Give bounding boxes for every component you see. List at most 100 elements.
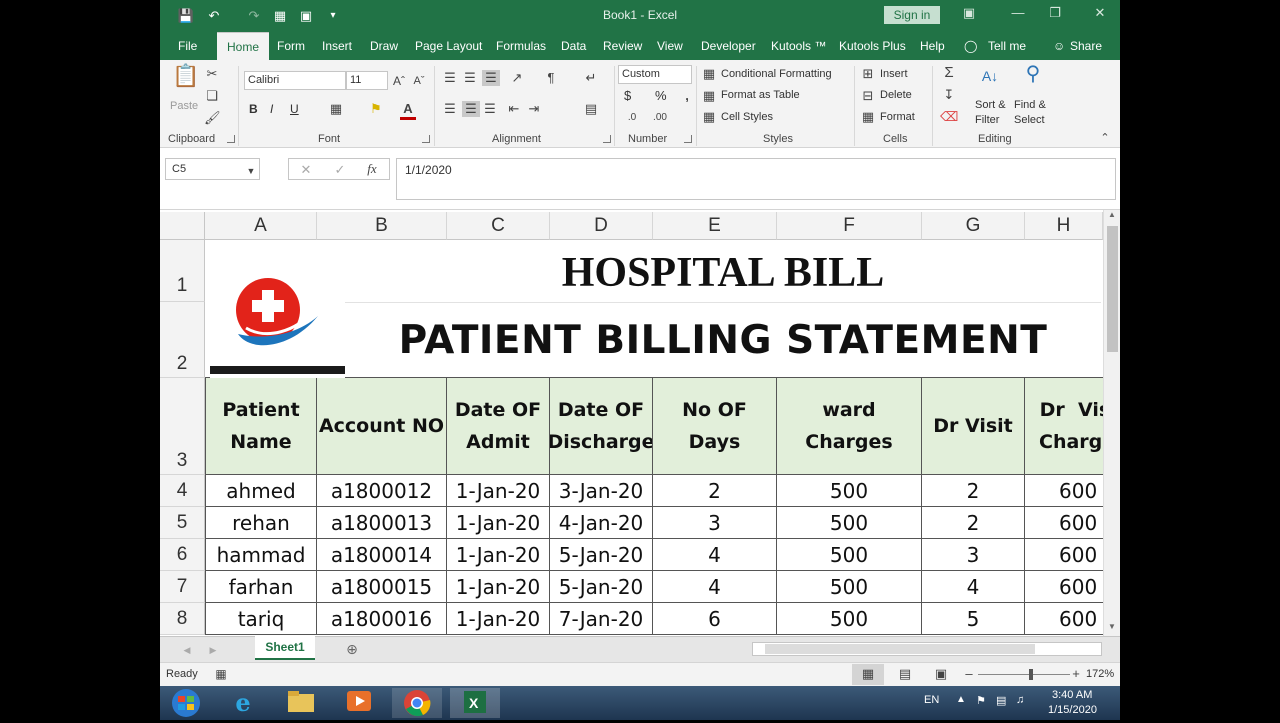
tab-kutools-plus[interactable]: Kutools Plus xyxy=(839,39,906,53)
row-header-1[interactable]: 1 xyxy=(160,240,205,302)
enter-icon[interactable]: ✓ xyxy=(333,162,347,178)
patient-name-cell[interactable]: ahmed xyxy=(205,475,317,507)
ribbon-display-icon[interactable]: ▣ xyxy=(957,5,981,21)
tab-home[interactable]: Home xyxy=(217,32,270,60)
excel-taskbar-icon[interactable]: X xyxy=(450,688,500,718)
language-indicator[interactable]: EN xyxy=(924,694,939,706)
next-sheet-icon[interactable]: ▶ xyxy=(208,642,218,658)
increase-font-icon[interactable]: Aˆ xyxy=(392,73,406,89)
merge-center-icon[interactable]: ▤ xyxy=(582,101,600,117)
account-no-cell[interactable]: a1800012 xyxy=(317,475,447,507)
dr-visit-cell[interactable]: 3 xyxy=(922,539,1025,571)
action-center-icon[interactable]: ⚑ xyxy=(976,694,986,707)
column-header-b[interactable]: B xyxy=(317,212,447,240)
discharge-date-cell[interactable]: 7-Jan-20 xyxy=(550,603,653,635)
zoom-level[interactable]: 172% xyxy=(1086,668,1114,680)
patient-name-cell[interactable]: hammad xyxy=(205,539,317,571)
tell-me-search[interactable]: Tell me xyxy=(988,39,1026,53)
prev-sheet-icon[interactable]: ◀ xyxy=(182,642,192,658)
admit-date-cell[interactable]: 1-Jan-20 xyxy=(447,603,550,635)
scroll-down-icon[interactable]: ▼ xyxy=(1106,622,1118,636)
patient-name-cell[interactable]: farhan xyxy=(205,571,317,603)
align-right-icon[interactable]: ☰ xyxy=(482,101,498,117)
cancel-icon[interactable]: ✕ xyxy=(299,162,313,178)
dr-visit-charges-cell[interactable]: 600 xyxy=(1025,475,1113,507)
row-header-5[interactable]: 5 xyxy=(160,507,205,539)
dr-visit-charges-cell[interactable]: 600 xyxy=(1025,507,1113,539)
admit-date-cell[interactable]: 1-Jan-20 xyxy=(447,475,550,507)
macro-record-icon[interactable]: ▦ xyxy=(214,666,228,682)
sign-in-button[interactable]: Sign in xyxy=(884,6,940,24)
currency-button[interactable]: $ xyxy=(624,88,631,103)
format-painter-icon[interactable]: 🖌 xyxy=(204,110,221,126)
discharge-date-cell[interactable]: 5-Jan-20 xyxy=(550,539,653,571)
save-icon[interactable]: 💾 xyxy=(176,7,196,25)
start-button[interactable] xyxy=(160,688,212,718)
ward-charges-cell[interactable]: 500 xyxy=(777,603,922,635)
insert-cells-button[interactable]: Insert xyxy=(880,68,908,80)
ward-charges-cell[interactable]: 500 xyxy=(777,507,922,539)
days-cell[interactable]: 4 xyxy=(653,539,777,571)
hospital-logo[interactable] xyxy=(210,270,345,378)
account-no-cell[interactable]: a1800016 xyxy=(317,603,447,635)
admit-date-cell[interactable]: 1-Jan-20 xyxy=(447,507,550,539)
scroll-up-icon[interactable]: ▲ xyxy=(1106,210,1118,224)
tab-kutools[interactable]: Kutools ™ xyxy=(771,39,826,53)
days-cell[interactable]: 4 xyxy=(653,571,777,603)
horizontal-scroll-thumb[interactable] xyxy=(765,644,1035,654)
sort-filter-label-1[interactable]: Sort & xyxy=(975,99,1006,111)
dr-visit-charges-cell[interactable]: 600 xyxy=(1025,539,1113,571)
tab-developer[interactable]: Developer xyxy=(701,39,756,53)
zoom-in-icon[interactable]: + xyxy=(1070,666,1082,682)
tab-help[interactable]: Help xyxy=(920,39,945,53)
worksheet-grid[interactable]: A B C D E F G H 1 2 3 4 5 6 7 8 HOSPITAL… xyxy=(160,210,1120,636)
column-header-f[interactable]: F xyxy=(777,212,922,240)
tab-form[interactable]: Form xyxy=(277,39,305,53)
font-name-select[interactable]: Calibri xyxy=(244,71,346,90)
paste-icon[interactable]: 📋 xyxy=(172,65,199,96)
admit-date-cell[interactable]: 1-Jan-20 xyxy=(447,539,550,571)
vertical-scroll-thumb[interactable] xyxy=(1107,226,1118,352)
conditional-formatting-button[interactable]: Conditional Formatting xyxy=(721,68,832,80)
column-header-g[interactable]: G xyxy=(922,212,1025,240)
fill-icon[interactable]: ↧ xyxy=(940,87,958,103)
share-button[interactable]: Share xyxy=(1070,39,1102,53)
row-header-2[interactable]: 2 xyxy=(160,302,205,378)
row-header-6[interactable]: 6 xyxy=(160,539,205,571)
align-middle-icon[interactable]: ☰ xyxy=(462,70,478,86)
find-select-icon[interactable]: ⚲ xyxy=(1020,64,1046,84)
row-header-7[interactable]: 7 xyxy=(160,571,205,603)
header-date-admit[interactable]: Date OF Admit xyxy=(447,378,550,475)
text-direction-icon[interactable]: ¶ xyxy=(540,70,562,86)
increase-indent-icon[interactable]: ⇥ xyxy=(526,101,542,117)
row-header-3[interactable]: 3 xyxy=(160,378,205,475)
column-header-a[interactable]: A xyxy=(205,212,317,240)
paste-button[interactable]: Paste xyxy=(170,100,198,112)
underline-button[interactable]: U xyxy=(290,102,299,116)
redo-icon[interactable]: ↷ xyxy=(244,7,264,25)
horizontal-scrollbar[interactable] xyxy=(752,642,1102,656)
zoom-slider-thumb[interactable] xyxy=(1029,669,1033,680)
ward-charges-cell[interactable]: 500 xyxy=(777,571,922,603)
align-center-icon[interactable]: ☰ xyxy=(462,101,480,117)
align-left-icon[interactable]: ☰ xyxy=(442,101,458,117)
header-no-of-days[interactable]: No OF Days xyxy=(653,378,777,475)
row-header-4[interactable]: 4 xyxy=(160,475,205,507)
percent-button[interactable]: % xyxy=(655,88,667,103)
borders-icon[interactable]: ▦ xyxy=(328,101,344,117)
column-header-e[interactable]: E xyxy=(653,212,777,240)
number-format-select[interactable]: Custom xyxy=(618,65,692,84)
days-cell[interactable]: 6 xyxy=(653,603,777,635)
account-no-cell[interactable]: a1800014 xyxy=(317,539,447,571)
tab-insert[interactable]: Insert xyxy=(322,39,352,53)
internet-explorer-icon[interactable]: e xyxy=(218,688,268,718)
font-launcher-icon[interactable] xyxy=(422,135,430,143)
header-dr-visit[interactable]: Dr Visit xyxy=(922,378,1025,475)
autosum-icon[interactable]: Σ xyxy=(940,65,958,81)
italic-button[interactable]: I xyxy=(270,102,273,116)
wrap-text-icon[interactable]: ↵ xyxy=(582,70,600,86)
row-header-8[interactable]: 8 xyxy=(160,603,205,635)
table-icon[interactable]: ▦ xyxy=(270,7,290,25)
align-top-icon[interactable]: ☰ xyxy=(442,70,458,86)
customize-toolbar-icon[interactable]: ▾ xyxy=(323,7,343,25)
